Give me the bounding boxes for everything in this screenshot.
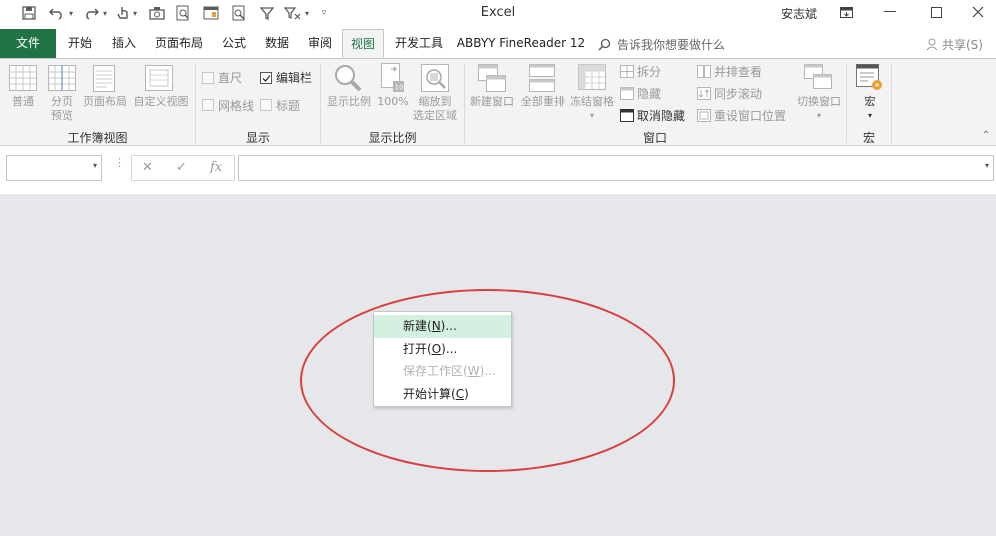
tab-insert[interactable]: 插入 xyxy=(106,29,142,58)
page-break-preview-button[interactable]: 分页 xyxy=(44,95,80,109)
zoom-to-selection-label-2: 选定区域 xyxy=(413,109,457,122)
new-window-button[interactable]: 新建窗口 xyxy=(466,95,518,109)
name-box-dropdown-icon[interactable]: ▾ xyxy=(93,161,97,170)
svg-text:100: 100 xyxy=(395,84,406,92)
zoom-100-button[interactable]: 100% xyxy=(375,95,411,109)
name-box[interactable]: ▾ xyxy=(6,155,102,181)
show-group-label: 显示 xyxy=(245,131,270,145)
switch-windows-button[interactable]: 切换窗口 xyxy=(792,95,846,109)
macros-icon xyxy=(856,64,884,95)
tab-file[interactable]: 文件 xyxy=(0,29,56,58)
window-group-label: 窗口 xyxy=(642,131,667,145)
arrange-all-button[interactable]: 全部重排 xyxy=(518,95,568,109)
page-layout-view-button[interactable]: 页面布局 xyxy=(80,95,130,109)
freeze-panes-button[interactable]: 冻结窗格 xyxy=(568,95,616,109)
zoom-button[interactable]: 显示比例 xyxy=(324,95,374,109)
menu-item-new[interactable]: 新建(N)... xyxy=(374,315,511,338)
ribbon-view: 普通 分页 预览 页面布局 自定义视图 工作簿视图 直尺 编辑栏 网格线 标题 … xyxy=(0,58,996,146)
zoom-group-label: 显示比例 xyxy=(368,131,417,145)
gridlines-label: 网格线 xyxy=(218,99,255,113)
zoom-to-selection-button[interactable]: 缩放到 xyxy=(412,95,458,109)
split-icon xyxy=(620,65,634,81)
minimize-icon[interactable] xyxy=(876,2,904,22)
user-name[interactable]: 安志斌 xyxy=(781,5,817,22)
group-divider xyxy=(891,63,892,143)
menu-item-open[interactable]: 打开(O)... xyxy=(374,338,511,361)
unhide-window-icon xyxy=(620,109,634,125)
zoom-to-selection-icon xyxy=(421,64,449,95)
title-bar: ▾ ▾ ▾ ▾ ▿ Excel 安志斌 xyxy=(0,0,996,26)
arrange-all-icon xyxy=(529,64,555,95)
normal-view-icon xyxy=(9,65,37,94)
tab-view[interactable]: 视图 xyxy=(342,29,384,58)
tab-formulas[interactable]: 公式 xyxy=(216,29,252,58)
tab-page-layout[interactable]: 页面布局 xyxy=(150,29,208,58)
tab-review[interactable]: 审阅 xyxy=(302,29,338,58)
formula-bar: ▾ ⋮ ✕ ✓ fx ▾ xyxy=(0,146,996,194)
new-window-icon xyxy=(478,64,506,95)
context-menu: 新建(N)... 打开(O)... 保存工作区(W)... 开始计算(C) xyxy=(373,311,512,407)
share-button[interactable]: 共享(S) xyxy=(926,36,983,53)
gridlines-checkbox[interactable] xyxy=(202,99,214,111)
search-icon xyxy=(598,38,611,51)
ribbon-tab-bar: 文件 开始 插入 页面布局 公式 数据 审阅 视图 开发工具 ABBYY Fin… xyxy=(0,26,996,58)
synchronous-scrolling-button[interactable]: 同步滚动 xyxy=(714,87,762,101)
headings-label: 标题 xyxy=(276,99,301,113)
macros-dropdown-icon[interactable]: ▾ xyxy=(864,109,876,123)
formula-buttons: ✕ ✓ fx xyxy=(131,155,235,181)
freeze-panes-dropdown-icon[interactable]: ▾ xyxy=(586,109,598,123)
expand-formula-bar-icon[interactable]: ▾ xyxy=(985,161,989,170)
collapse-ribbon-icon[interactable]: ⌃ xyxy=(980,129,992,143)
tab-developer[interactable]: 开发工具 xyxy=(390,29,448,58)
person-icon xyxy=(926,38,938,51)
insert-function-icon[interactable]: fx xyxy=(210,160,222,175)
unhide-window-button[interactable]: 取消隐藏 xyxy=(637,109,685,123)
ruler-label: 直尺 xyxy=(218,71,243,85)
view-side-by-side-icon xyxy=(697,65,711,81)
macros-button[interactable]: 宏 xyxy=(856,95,884,109)
close-icon[interactable] xyxy=(964,2,992,22)
zoom-magnifier-icon xyxy=(334,64,362,95)
headings-checkbox[interactable] xyxy=(260,99,272,111)
page-layout-view-icon xyxy=(93,65,115,95)
tell-me-box[interactable]: 告诉我你想要做什么 xyxy=(598,36,725,53)
macros-group-label: 宏 xyxy=(862,131,875,145)
formula-input[interactable]: ▾ xyxy=(238,155,994,181)
normal-view-button[interactable]: 普通 xyxy=(4,95,42,109)
enter-entry-icon[interactable]: ✓ xyxy=(176,160,187,175)
custom-views-icon xyxy=(145,65,173,94)
tell-me-text: 告诉我你想要做什么 xyxy=(617,38,726,52)
page-break-preview-label-2: 预览 xyxy=(51,109,73,122)
maximize-icon[interactable] xyxy=(922,2,950,22)
cancel-entry-icon[interactable]: ✕ xyxy=(142,160,153,175)
hide-window-button[interactable]: 隐藏 xyxy=(637,87,661,101)
zoom-100-icon: 100 xyxy=(381,63,408,96)
switch-windows-icon xyxy=(804,64,832,93)
share-label: 共享(S) xyxy=(942,38,983,52)
tab-data[interactable]: 数据 xyxy=(259,29,295,58)
freeze-panes-icon xyxy=(578,64,606,93)
formula-bar-checkbox[interactable] xyxy=(260,72,272,84)
switch-windows-dropdown-icon[interactable]: ▾ xyxy=(813,109,825,123)
workbook-views-group-label: 工作簿视图 xyxy=(67,131,128,145)
reset-window-position-icon xyxy=(697,109,711,125)
hide-window-icon xyxy=(620,87,634,103)
menu-item-calculate-now[interactable]: 开始计算(C) xyxy=(374,383,511,406)
view-side-by-side-button[interactable]: 并排查看 xyxy=(714,65,762,79)
split-button[interactable]: 拆分 xyxy=(637,65,661,79)
menu-item-save-workspace: 保存工作区(W)... xyxy=(403,364,496,378)
page-break-preview-icon xyxy=(48,65,76,94)
formula-bar-grip-icon[interactable]: ⋮ xyxy=(114,157,125,174)
ruler-checkbox[interactable] xyxy=(202,72,214,84)
ribbon-display-options-icon[interactable] xyxy=(832,2,860,22)
custom-views-button[interactable]: 自定义视图 xyxy=(131,95,191,109)
tab-abbyy-finereader[interactable]: ABBYY FineReader 12 xyxy=(456,29,586,58)
synchronous-scrolling-icon xyxy=(697,87,711,103)
formula-bar-label: 编辑栏 xyxy=(276,71,313,85)
reset-window-position-button[interactable]: 重设窗口位置 xyxy=(714,109,786,123)
tab-home[interactable]: 开始 xyxy=(62,29,98,58)
